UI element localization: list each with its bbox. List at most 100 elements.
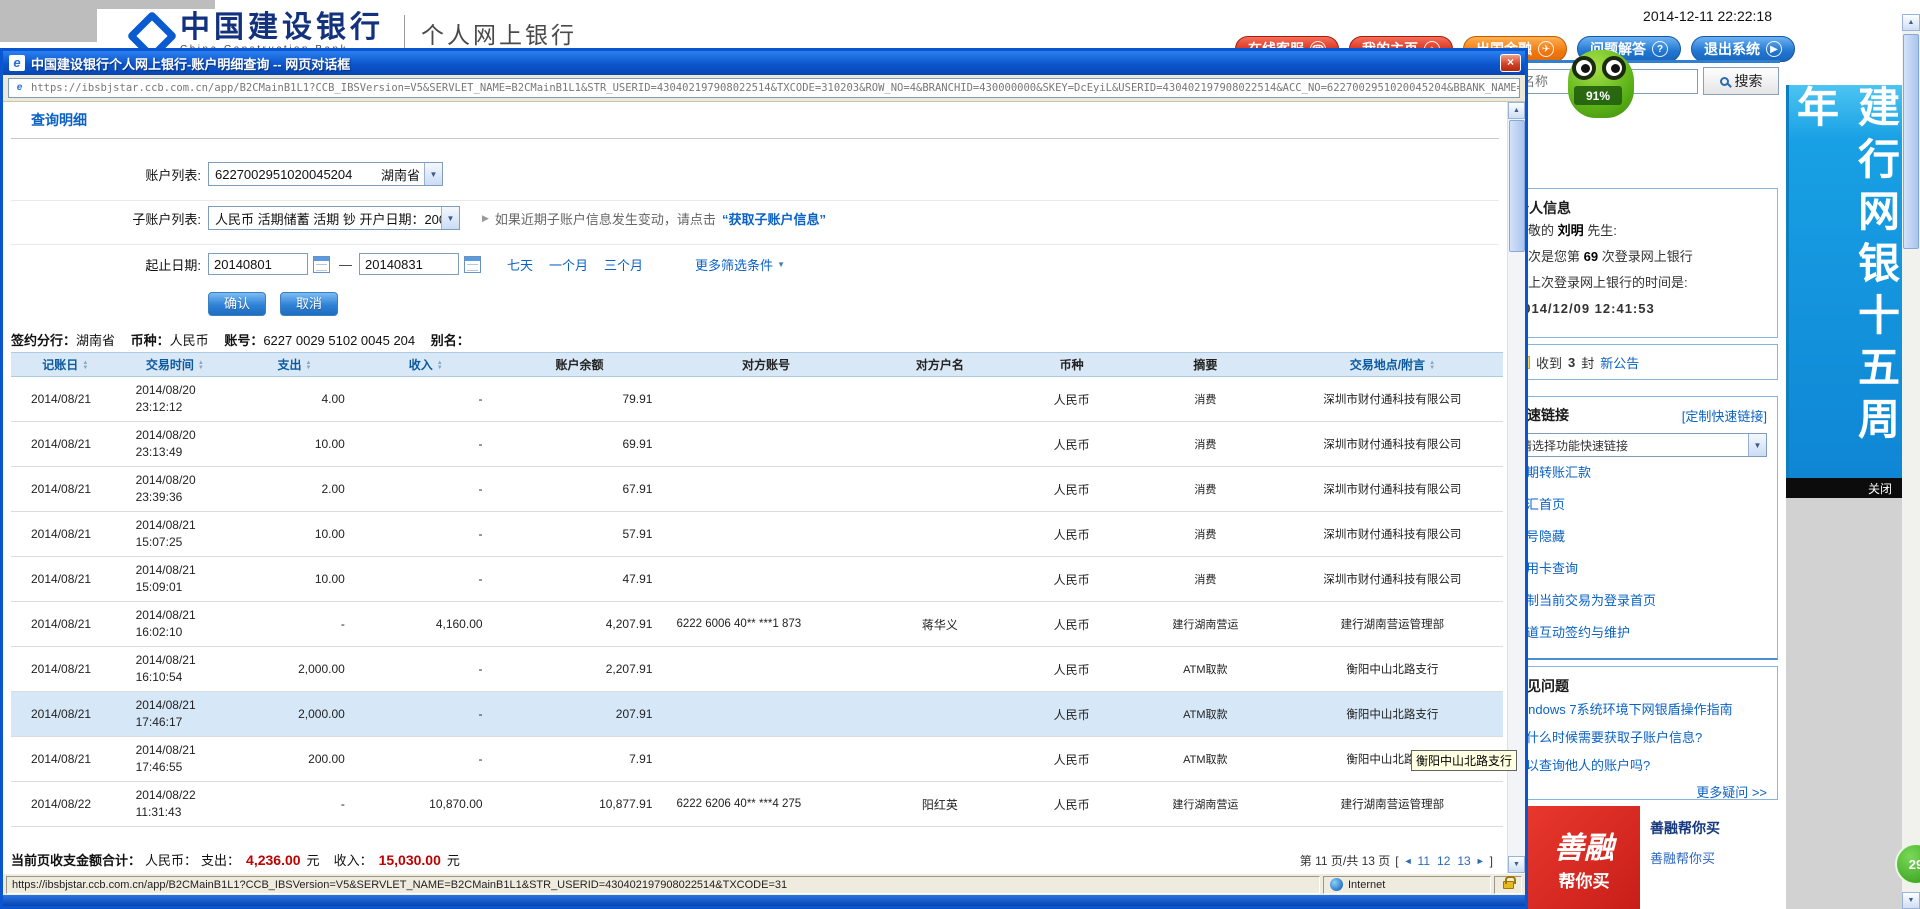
scroll-up-icon[interactable]: ▲	[1508, 102, 1525, 119]
scroll-down-icon[interactable]: ▼	[1508, 856, 1525, 873]
sort-icon[interactable]: ▲▼	[82, 361, 88, 371]
range-link-三个月[interactable]: 三个月	[604, 255, 643, 274]
sort-icon[interactable]: ▲▼	[306, 361, 312, 371]
list-item: 我什么时候需要获取子账户信息?	[1513, 724, 1767, 752]
page-indicator: 第 11 页/共 13 页	[1300, 852, 1390, 869]
page-link-13[interactable]: 13	[1457, 854, 1470, 868]
table-row[interactable]: 2014/08/212014/08/2117:46:55200.00-7.91人…	[11, 737, 1503, 782]
cell-counterparty-name	[866, 467, 1015, 512]
fetch-subaccount-link[interactable]: “获取子账户信息”	[722, 209, 826, 228]
shanrong-banner[interactable]: 善融 帮你买	[1528, 806, 1640, 909]
column-header[interactable]: 支出▲▼	[230, 353, 359, 377]
account-select[interactable]: 6227002951020045204 湖南省 ▼	[208, 162, 443, 186]
column-header-label: 交易地点/附言	[1350, 358, 1425, 372]
page-links: 11 12 13	[1418, 854, 1471, 868]
cell-out: 200.00	[230, 737, 359, 782]
date-from-input[interactable]	[208, 253, 308, 275]
scrollbar-thumb[interactable]	[1903, 34, 1919, 249]
table-row[interactable]: 2014/08/212014/08/2023:12:124.00-79.91人民…	[11, 377, 1503, 422]
cell-counterparty-account	[666, 692, 865, 737]
next-page-icon[interactable]: ►	[1476, 856, 1485, 866]
cell-post-date: 2014/08/21	[11, 692, 120, 737]
cell-in: -	[359, 737, 493, 782]
calendar-icon[interactable]	[464, 256, 481, 273]
cell-in: -	[359, 557, 493, 602]
prev-page-icon[interactable]: ◄	[1404, 856, 1413, 866]
cell-out: 10.00	[230, 557, 359, 602]
tx-time: 17:46:17	[136, 714, 231, 731]
ie-page-icon: e	[9, 55, 25, 71]
column-header[interactable]: 记账日▲▼	[11, 353, 120, 377]
cell-post-date: 2014/08/21	[11, 422, 120, 467]
cell-counterparty-name: 蒋华义	[866, 602, 1015, 647]
table-row[interactable]: 2014/08/212014/08/2023:39:362.00-67.91人民…	[11, 467, 1503, 512]
chevron-down-icon[interactable]: ▼	[424, 163, 442, 185]
banner-close-button[interactable]: 关闭	[1786, 478, 1902, 498]
table-row[interactable]: 2014/08/212014/08/2116:02:10-4,160.004,2…	[11, 602, 1503, 647]
range-link-一个月[interactable]: 一个月	[549, 255, 588, 274]
table-row[interactable]: 2014/08/212014/08/2023:13:4910.00-69.91人…	[11, 422, 1503, 467]
cell-in: 10,870.00	[359, 782, 493, 827]
close-icon[interactable]: ×	[1500, 54, 1521, 72]
table-row[interactable]: 2014/08/212014/08/2117:46:172,000.00-207…	[11, 692, 1503, 737]
cell-balance: 79.91	[493, 377, 667, 422]
more-filters-link[interactable]: 更多筛选条件 ▼	[695, 255, 785, 274]
tx-time: 16:02:10	[136, 624, 231, 641]
quick-link[interactable]: 渠道互动签约与维护	[1513, 625, 1630, 640]
scrollbar-thumb[interactable]	[1509, 120, 1525, 252]
shanrong-link[interactable]: 善融帮你买	[1650, 848, 1720, 867]
chevron-down-icon[interactable]: ▼	[441, 207, 459, 229]
browser-scrollbar[interactable]: ▲ ▼	[1902, 14, 1920, 909]
cancel-button[interactable]: 取消	[280, 292, 338, 316]
cell-balance: 57.91	[493, 512, 667, 557]
cell-tx-time: 2014/08/2023:12:12	[120, 377, 231, 422]
cell-currency: 人民币	[1014, 692, 1129, 737]
dialog-titlebar[interactable]: e 中国建设银行个人网上银行-账户明细查询 -- 网页对话框 ×	[3, 51, 1525, 75]
range-link-七天[interactable]: 七天	[507, 255, 533, 274]
quick-links-list: 活期转账汇款外汇首页账号隐藏信用卡查询定制当前交易为登录首页渠道互动签约与维护	[1513, 457, 1767, 649]
list-item: 信用卡查询	[1513, 553, 1767, 585]
quick-link[interactable]: 定制当前交易为登录首页	[1513, 593, 1656, 608]
shanrong-link-bold[interactable]: 善融帮你买	[1650, 818, 1720, 838]
cell-location: 深圳市财付通科技有限公司	[1282, 422, 1503, 467]
cell-tx-time: 2014/08/2023:39:36	[120, 467, 231, 512]
table-row[interactable]: 2014/08/212014/08/2116:10:542,000.00-2,2…	[11, 647, 1503, 692]
account-number: 6227 0029 5102 0045 204	[263, 333, 415, 348]
cell-tx-time: 2014/08/2116:02:10	[120, 602, 231, 647]
faq-link[interactable]: Windows 7系统环境下网银盾操作指南	[1513, 702, 1733, 717]
new-announcements-link[interactable]: 新公告	[1600, 353, 1639, 372]
scroll-down-icon[interactable]: ▼	[1902, 892, 1920, 909]
column-header[interactable]: 交易地点/附言 ▲▼	[1282, 353, 1503, 377]
column-header: 币种	[1014, 353, 1129, 377]
sort-icon[interactable]: ▲▼	[437, 361, 443, 371]
column-header[interactable]: 收入▲▼	[359, 353, 493, 377]
logo-divider	[404, 15, 405, 51]
more-questions-link[interactable]: 更多疑问 >>	[1513, 782, 1767, 801]
cell-location: 深圳市财付通科技有限公司	[1282, 467, 1503, 512]
anniversary-banner[interactable]: 建行网银十五周年	[1786, 85, 1902, 478]
page-link-12[interactable]: 12	[1437, 854, 1450, 868]
cell-summary: 消费	[1129, 467, 1282, 512]
column-header[interactable]: 交易时间▲▼	[120, 353, 231, 377]
table-header: 记账日▲▼交易时间▲▼支出▲▼收入▲▼账户余额对方账号对方户名币种摘要交易地点/…	[11, 353, 1503, 377]
confirm-button[interactable]: 确认	[208, 292, 266, 316]
table-row[interactable]: 2014/08/222014/08/2211:31:43-10,870.0010…	[11, 782, 1503, 827]
cell-summary: 消费	[1129, 557, 1282, 602]
progress-badge: 91%	[1574, 86, 1622, 105]
date-to-input[interactable]	[359, 253, 459, 275]
sort-icon[interactable]: ▲▼	[198, 361, 204, 371]
subaccount-select[interactable]: 人民币 活期储蓄 活期 钞 开户日期：20060530 ▼	[208, 206, 460, 230]
page-totals: 当前页收支金额合计： 人民币： 支出： 4,236.00 元 收入： 15,03…	[11, 850, 460, 869]
table-row[interactable]: 2014/08/212014/08/2115:07:2510.00-57.91人…	[11, 512, 1503, 557]
page-link-11[interactable]: 11	[1418, 854, 1430, 868]
faq-link[interactable]: 可以查询他人的账户吗?	[1513, 758, 1650, 773]
chevron-down-icon[interactable]: ▼	[1748, 434, 1766, 456]
sort-icon[interactable]: ▲▼	[1429, 361, 1435, 371]
customize-quick-links[interactable]: [定制快速链接]	[1682, 406, 1767, 425]
calendar-icon[interactable]	[313, 256, 330, 273]
faq-link[interactable]: 我什么时候需要获取子账户信息?	[1513, 730, 1702, 745]
table-row[interactable]: 2014/08/212014/08/2115:09:0110.00-47.91人…	[11, 557, 1503, 602]
quick-link-select[interactable]: 请选择功能快速链接 ▼	[1513, 433, 1767, 457]
subaccount-row: 子账户列表: 人民币 活期储蓄 活期 钞 开户日期：20060530 ▼ ▶ 如…	[3, 206, 826, 230]
scroll-up-icon[interactable]: ▲	[1902, 14, 1920, 31]
